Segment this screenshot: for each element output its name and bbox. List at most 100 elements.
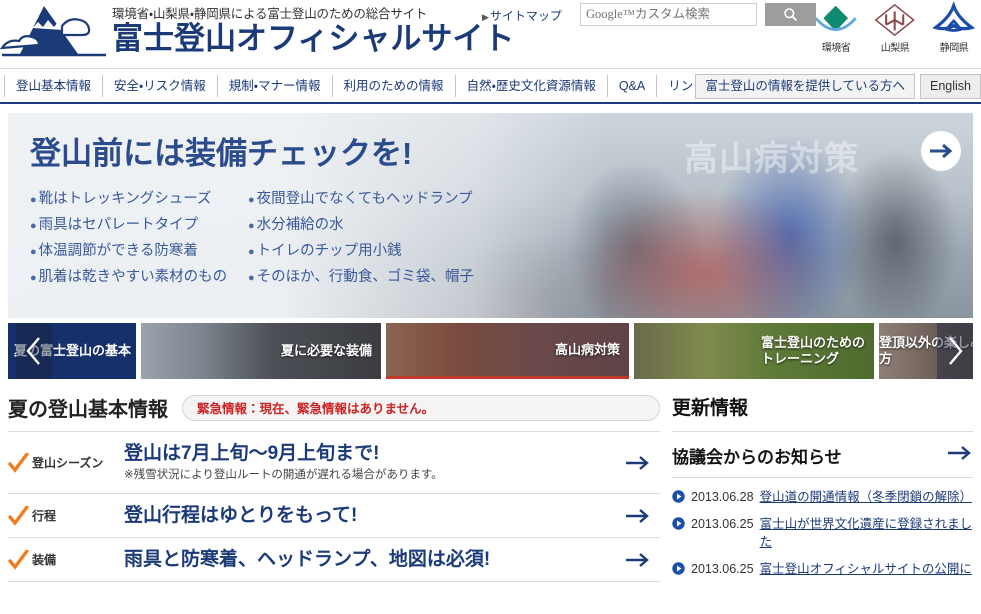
thumbnail-label: 富士登山のための トレーニング — [760, 335, 865, 366]
info-row-headline: 雨具と防寒着、ヘッドランプ、地図は必須! — [124, 549, 491, 570]
info-row-arrow[interactable] — [616, 507, 660, 525]
hero-list-item: ● 水分補給の水 — [248, 217, 344, 233]
info-row-body: 雨具と防寒着、ヘッドランプ、地図は必須! — [124, 547, 616, 572]
bullet-icon: ● — [248, 246, 255, 258]
orange-check-icon — [8, 452, 29, 473]
info-row-tag: 登山シーズン — [8, 452, 124, 473]
hero-list-item: ● そのほか、行動食、ゴミ袋、帽子 — [248, 269, 474, 285]
news-link[interactable]: 富士山が世界文化遺産に登録されました — [760, 515, 973, 551]
thumbnail-label: 高山病対策 — [554, 341, 620, 357]
bullet-icon: ● — [30, 272, 37, 284]
section-title: 夏の登山基本情報 — [8, 399, 168, 421]
hero-banner[interactable]: 高山病対策 登山前には装備チェックを! ● 靴はトレッキングシューズ ● 雨具はセパ… — [8, 113, 973, 318]
thumbnail-item-training[interactable]: 富士登山のための トレーニング — [634, 323, 874, 379]
search-icon — [784, 8, 798, 22]
play-circle-icon — [672, 562, 685, 575]
hero-list-item: ● 靴はトレッキングシューズ — [30, 191, 212, 207]
sitemap-label: サイトマップ — [489, 9, 562, 23]
hero-title: 登山前には装備チェックを! — [30, 136, 413, 171]
ministry-of-environment-logo-icon — [815, 5, 857, 32]
info-row-body: 登山行程はゆとりをもって! — [124, 503, 616, 528]
thumbnail-item-altitude-sickness[interactable]: 高山病対策 — [386, 323, 629, 379]
search-box[interactable] — [580, 3, 757, 26]
bullet-icon: ● — [248, 194, 255, 206]
agency-yamanashi-label: 山梨県 — [880, 43, 910, 54]
nav-item-rules-manners[interactable]: 規制・マナー情報 — [216, 74, 332, 97]
thumbnail-label: 夏に必要な装備 — [280, 343, 372, 358]
info-row-body: 登山は7月上旬〜9月上旬まで! ※残雪状況により登山ルートの開通が遅れる場合があ… — [124, 441, 616, 484]
bullet-icon: ● — [248, 272, 255, 284]
triangle-right-icon: ▶ — [482, 12, 489, 22]
hero-list-item: ● 雨具はセパレートタイプ — [30, 217, 199, 233]
emergency-banner: 緊急情報：現在、緊急情報はありません。 — [182, 394, 660, 421]
search-button[interactable] — [765, 3, 816, 26]
info-row-equipment[interactable]: 装備 雨具と防寒着、ヘッドランプ、地図は必須! — [8, 538, 660, 582]
main-navigation: 登山基本情報 安全・リスク情報 規制・マナー情報 利用のための情報 自然・歴史文… — [0, 68, 981, 104]
info-row-schedule[interactable]: 行程 登山行程はゆとりをもって! — [8, 494, 660, 538]
arrow-right-icon — [948, 446, 971, 460]
shizuoka-prefecture-logo-icon — [932, 2, 976, 32]
play-circle-icon — [672, 490, 685, 503]
agency-shizuoka[interactable]: 静岡県 — [929, 2, 979, 54]
news-date: 2013.06.28 — [691, 490, 754, 504]
info-provider-button[interactable]: 富士登山の情報を提供している方へ — [695, 74, 915, 99]
info-row-tag: 装備 — [8, 549, 124, 570]
sidebar-subsection-title: 協議会からのお知らせ — [672, 448, 842, 467]
hero-content: 登山前には装備チェックを! ● 靴はトレッキングシューズ ● 雨具はセパレートタイプ… — [30, 135, 973, 291]
chevron-left-icon — [26, 337, 40, 365]
nav-item-climbing-basics[interactable]: 登山基本情報 — [4, 74, 102, 97]
hero-checklist-right: ● 夜間登山でなくてもヘッドランプ ● 水分補給の水 ● トイレのチップ用小銭 ● その… — [248, 187, 474, 291]
agency-env[interactable]: 環境省 — [811, 2, 861, 54]
info-row-arrow[interactable] — [616, 454, 660, 472]
site-header: 環境省・山梨県・静岡県による富士登山のための総合サイト 富士登山オフィシャルサイ… — [0, 0, 981, 68]
nav-item-usage-info[interactable]: 利用のための情報 — [331, 74, 455, 97]
bullet-icon: ● — [30, 194, 37, 206]
nav-item-safety-risk[interactable]: 安全・リスク情報 — [102, 74, 217, 97]
news-item[interactable]: 2013.06.28 登山道の開通情報（冬季閉鎖の解除） — [672, 485, 973, 512]
info-row-tag: 行程 — [8, 505, 124, 526]
hero-next-button[interactable] — [921, 131, 961, 171]
nav-item-qa[interactable]: Q&A — [606, 74, 656, 97]
agency-logos: 環境省 山梨県 静岡県 — [811, 2, 979, 54]
hero-list-item: ● 体温調節ができる防寒着 — [30, 243, 198, 259]
nav-item-nature-history[interactable]: 自然・歴史文化資源情報 — [454, 74, 607, 97]
info-row-tag-label: 行程 — [32, 509, 57, 523]
yamanashi-prefecture-logo-icon — [874, 3, 916, 37]
news-item[interactable]: 2013.06.25 富士山が世界文化遺産に登録されました — [672, 512, 973, 557]
news-item[interactable]: 2013.06.25 富士登山オフィシャルサイトの公開に — [672, 557, 973, 584]
sidebar-subsection[interactable]: 協議会からのお知らせ — [672, 432, 973, 478]
thumbnail-item-gear[interactable]: 夏に必要な装備 — [141, 323, 381, 379]
arrow-right-icon — [626, 508, 649, 523]
logo-title: 富士登山オフィシャルサイト — [112, 21, 515, 56]
info-row-tag-label: 装備 — [32, 553, 57, 567]
info-row-headline: 登山行程はゆとりをもって! — [124, 505, 358, 526]
orange-check-icon — [8, 505, 29, 526]
fuji-mountain-logo-icon — [0, 6, 106, 57]
news-link[interactable]: 富士登山オフィシャルサイトの公開に — [760, 560, 972, 578]
hero-list-item: ● 夜間登山でなくてもヘッドランプ — [248, 191, 473, 207]
thumbnail-carousel: 夏の富士登山の基本 夏に必要な装備 高山病対策 富士登山のための トレーニング … — [8, 323, 973, 379]
hero-list-item: ● トイレのチップ用小銭 — [248, 243, 402, 259]
bullet-icon: ● — [30, 220, 37, 232]
hero-checklist: ● 靴はトレッキングシューズ ● 雨具はセパレートタイプ ● 体温調節ができる防寒着 … — [30, 187, 973, 291]
bullet-icon: ● — [248, 220, 255, 232]
info-row-note: ※残雪状況により登山ルートの開通が遅れる場合があります。 — [124, 469, 443, 481]
news-date: 2013.06.25 — [691, 562, 754, 576]
info-row-season[interactable]: 登山シーズン 登山は7月上旬〜9月上旬まで! ※残雪状況により登山ルートの開通が… — [8, 432, 660, 494]
search-input[interactable] — [581, 4, 756, 25]
agency-shizuoka-label: 静岡県 — [939, 43, 969, 54]
orange-check-icon — [8, 549, 29, 570]
news-list: 2013.06.28 登山道の開通情報（冬季閉鎖の解除） 2013.06.25 … — [672, 478, 973, 584]
agency-env-label: 環境省 — [821, 43, 851, 54]
logo-subtitle: 環境省・山梨県・静岡県による富士登山のための総合サイト — [112, 7, 428, 21]
site-logo[interactable]: 環境省・山梨県・静岡県による富士登山のための総合サイト 富士登山オフィシャルサイ… — [0, 2, 514, 58]
info-row-headline: 登山は7月上旬〜9月上旬まで! — [124, 443, 380, 464]
news-link[interactable]: 登山道の開通情報（冬季閉鎖の解除） — [760, 488, 973, 506]
sitemap-link[interactable]: ▶サイトマップ — [482, 7, 562, 24]
english-button[interactable]: English — [920, 74, 981, 99]
info-row-arrow[interactable] — [616, 551, 660, 569]
agency-yamanashi[interactable]: 山梨県 — [870, 2, 920, 54]
sidebar-subsection-arrow[interactable] — [947, 444, 973, 467]
carousel-next-button[interactable] — [937, 323, 973, 379]
carousel-prev-button[interactable] — [16, 323, 52, 379]
